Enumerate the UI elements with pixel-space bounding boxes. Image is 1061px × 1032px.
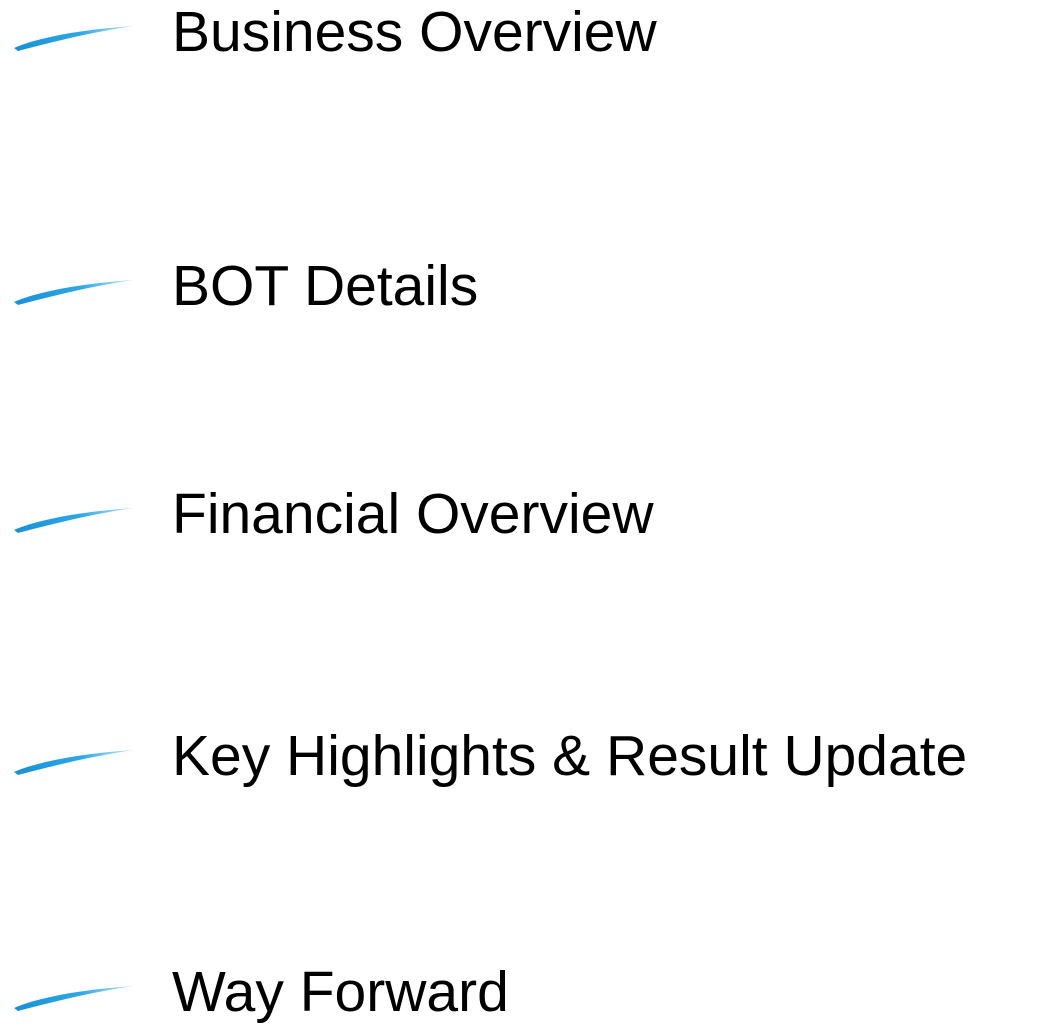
blue-swoosh-icon [12, 500, 136, 534]
blue-swoosh-icon [12, 18, 136, 52]
blue-swoosh-icon [12, 272, 136, 306]
agenda-list: Business Overview BOT Details Financial … [0, 0, 1061, 1026]
blue-swoosh-icon [12, 978, 136, 1012]
agenda-item-label: BOT Details [172, 254, 479, 318]
agenda-item-key-highlights: Key Highlights & Result Update [0, 716, 1061, 796]
agenda-item-bot-details: BOT Details [0, 246, 1061, 326]
agenda-item-business-overview: Business Overview [0, 0, 1061, 72]
blue-swoosh-icon [12, 742, 136, 776]
agenda-item-label: Financial Overview [172, 482, 654, 546]
agenda-item-label: Business Overview [172, 0, 657, 64]
agenda-item-label: Way Forward [172, 960, 509, 1024]
agenda-item-label: Key Highlights & Result Update [172, 724, 968, 788]
agenda-item-financial-overview: Financial Overview [0, 474, 1061, 554]
agenda-item-way-forward: Way Forward [0, 952, 1061, 1032]
